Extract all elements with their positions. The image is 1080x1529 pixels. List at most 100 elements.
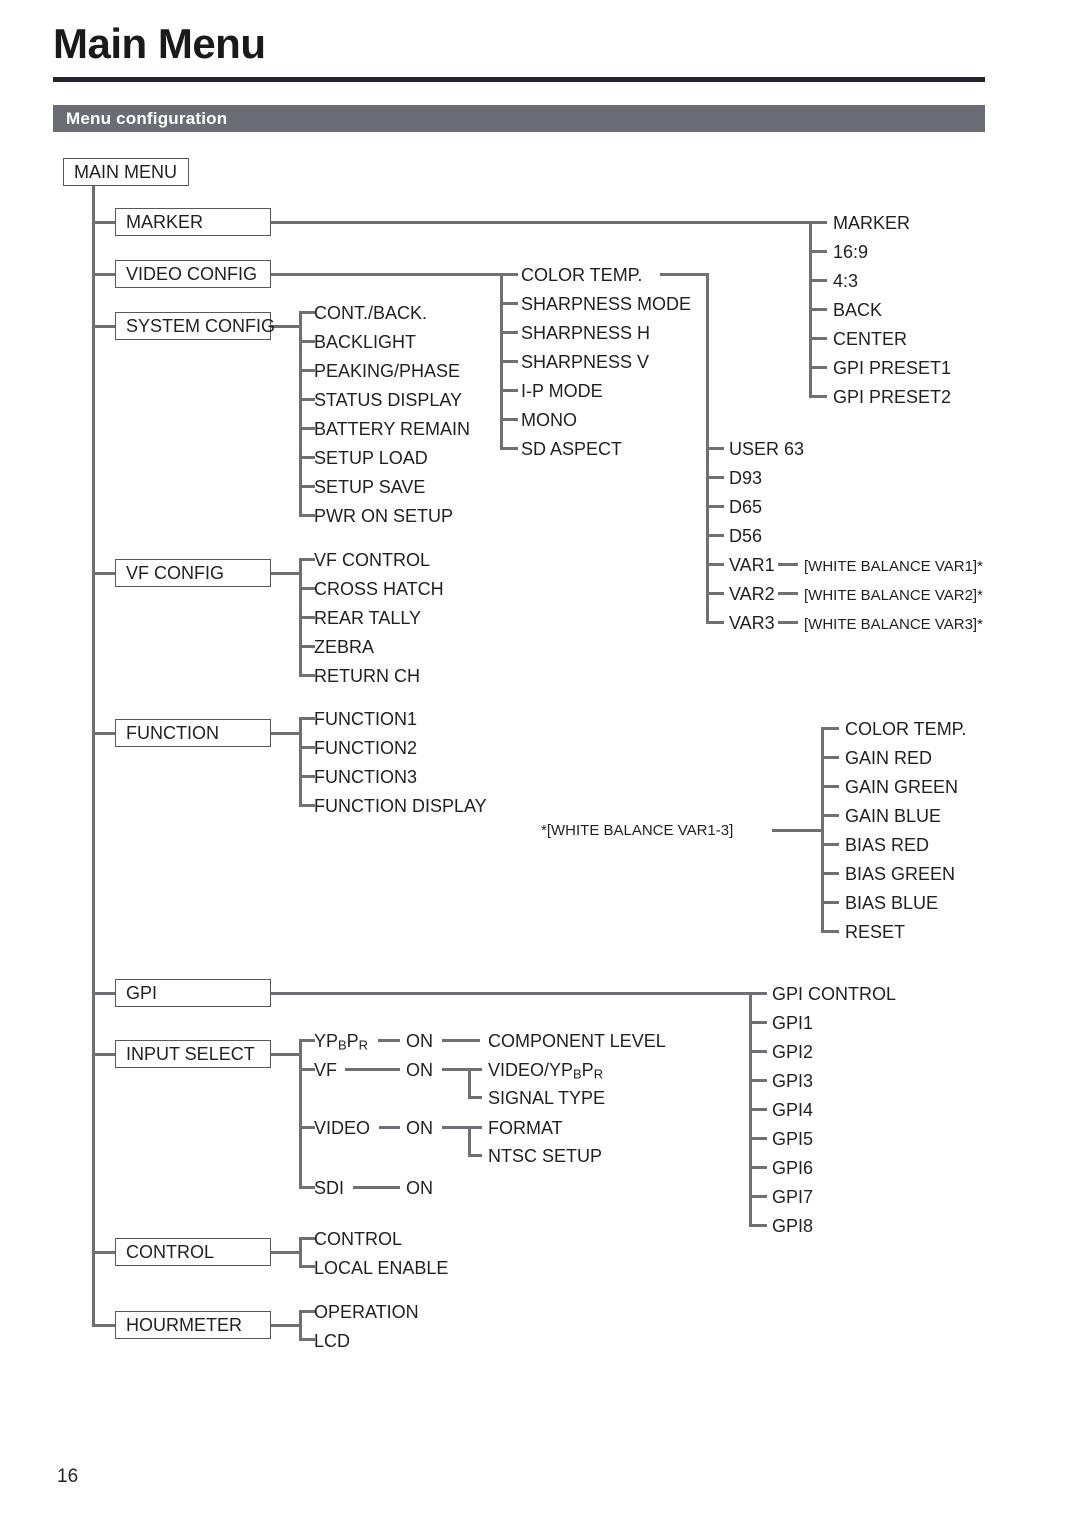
leaf-ct-var3[interactable]: VAR3 [729, 614, 775, 632]
leaf-gpi-4[interactable]: GPI4 [772, 1101, 813, 1119]
leaf-vc-color-temp[interactable]: COLOR TEMP. [521, 266, 642, 284]
leaf-vc-mono[interactable]: MONO [521, 411, 577, 429]
leaf-gpi-5[interactable]: GPI5 [772, 1130, 813, 1148]
leaf-sc-setup-load[interactable]: SETUP LOAD [314, 449, 428, 467]
leaf-gpi-2[interactable]: GPI2 [772, 1043, 813, 1061]
leaf-gpi-6[interactable]: GPI6 [772, 1159, 813, 1177]
leaf-is-ypbpr[interactable]: YPBPR [314, 1032, 368, 1054]
leaf-ct-var2[interactable]: VAR2 [729, 585, 775, 603]
marker-tick-1 [809, 250, 827, 253]
node-video-config[interactable]: VIDEO CONFIG [115, 260, 271, 288]
leaf-wb-var2-ref[interactable]: [WHITE BALANCE VAR2]* [804, 587, 983, 605]
leaf-ct-var1[interactable]: VAR1 [729, 556, 775, 574]
node-vf-config[interactable]: VF CONFIG [115, 559, 271, 587]
leaf-ct-d93[interactable]: D93 [729, 469, 762, 487]
marker-tick-0 [809, 221, 827, 224]
leaf-vc-sharpness-v[interactable]: SHARPNESS V [521, 353, 649, 371]
leaf-sc-status-display[interactable]: STATUS DISPLAY [314, 391, 462, 409]
leaf-is-video[interactable]: VIDEO [314, 1119, 370, 1137]
leaf-wb-var1-ref[interactable]: [WHITE BALANCE VAR1]* [804, 558, 983, 576]
leaf-wb-var3-ref[interactable]: [WHITE BALANCE VAR3]* [804, 616, 983, 634]
link-hourmeter [271, 1324, 301, 1327]
gpi-tick-8 [749, 1224, 767, 1227]
leaf-is-vf[interactable]: VF [314, 1061, 337, 1079]
ct-tick-5 [706, 592, 724, 595]
leaf-wb-reset[interactable]: RESET [845, 923, 905, 941]
node-input-select[interactable]: INPUT SELECT [115, 1040, 271, 1068]
leaf-vf-vf-control[interactable]: VF CONTROL [314, 551, 430, 569]
leaf-ctl-local-enable[interactable]: LOCAL ENABLE [314, 1259, 448, 1277]
leaf-vf-cross-hatch[interactable]: CROSS HATCH [314, 580, 444, 598]
leaf-marker-gpi-preset2[interactable]: GPI PRESET2 [833, 388, 951, 406]
node-hourmeter[interactable]: HOURMETER [115, 1311, 271, 1339]
leaf-vf-zebra[interactable]: ZEBRA [314, 638, 374, 656]
leaf-gpi-8[interactable]: GPI8 [772, 1217, 813, 1235]
leaf-wb-bias-blue[interactable]: BIAS BLUE [845, 894, 938, 912]
leaf-vf-rear-tally[interactable]: REAR TALLY [314, 609, 421, 627]
leaf-marker-marker[interactable]: MARKER [833, 214, 910, 232]
leaf-vc-sharpness-mode[interactable]: SHARPNESS MODE [521, 295, 691, 313]
leaf-is-signal-type[interactable]: SIGNAL TYPE [488, 1089, 605, 1107]
leaf-marker-center[interactable]: CENTER [833, 330, 907, 348]
link-var3-wb [778, 621, 798, 624]
vc-tick-4 [500, 389, 518, 392]
leaf-wb-color-temp[interactable]: COLOR TEMP. [845, 720, 966, 738]
leaf-marker-4-3[interactable]: 4:3 [833, 272, 858, 290]
leaf-white-balance-note: *[WHITE BALANCE VAR1-3] [541, 822, 734, 839]
node-control[interactable]: CONTROL [115, 1238, 271, 1266]
leaf-marker-gpi-preset1[interactable]: GPI PRESET1 [833, 359, 951, 377]
wb-tick-1 [821, 756, 839, 759]
leaf-hm-lcd[interactable]: LCD [314, 1332, 350, 1350]
leaf-is-vf-on[interactable]: ON [406, 1061, 433, 1079]
leaf-ctl-control[interactable]: CONTROL [314, 1230, 402, 1248]
leaf-wb-gain-blue[interactable]: GAIN BLUE [845, 807, 941, 825]
leaf-hm-operation[interactable]: OPERATION [314, 1303, 419, 1321]
leaf-wb-gain-green[interactable]: GAIN GREEN [845, 778, 958, 796]
leaf-is-video-ypbpr[interactable]: VIDEO/YPBPR [488, 1061, 603, 1083]
leaf-is-sdi-on[interactable]: ON [406, 1179, 433, 1197]
leaf-gpi-1[interactable]: GPI1 [772, 1014, 813, 1032]
vf-tick-0 [299, 558, 315, 561]
leaf-is-ntsc-setup[interactable]: NTSC SETUP [488, 1147, 602, 1165]
leaf-is-video-on[interactable]: ON [406, 1119, 433, 1137]
ctl-tick-1 [299, 1265, 315, 1268]
leaf-sc-setup-save[interactable]: SETUP SAVE [314, 478, 425, 496]
leaf-ct-d56[interactable]: D56 [729, 527, 762, 545]
leaf-sc-backlight[interactable]: BACKLIGHT [314, 333, 416, 351]
leaf-fn-function3[interactable]: FUNCTION3 [314, 768, 417, 786]
node-gpi[interactable]: GPI [115, 979, 271, 1007]
leaf-wb-bias-red[interactable]: BIAS RED [845, 836, 929, 854]
leaf-gpi-control[interactable]: GPI CONTROL [772, 985, 896, 1003]
leaf-marker-back[interactable]: BACK [833, 301, 882, 319]
wb-tick-4 [821, 843, 839, 846]
leaf-is-sdi[interactable]: SDI [314, 1179, 344, 1197]
leaf-gpi-3[interactable]: GPI3 [772, 1072, 813, 1090]
leaf-sc-pwr-on-setup[interactable]: PWR ON SETUP [314, 507, 453, 525]
leaf-gpi-7[interactable]: GPI7 [772, 1188, 813, 1206]
leaf-sc-battery-remain[interactable]: BATTERY REMAIN [314, 420, 470, 438]
leaf-is-ypbpr-on[interactable]: ON [406, 1032, 433, 1050]
leaf-is-component-level[interactable]: COMPONENT LEVEL [488, 1032, 666, 1050]
leaf-ct-d65[interactable]: D65 [729, 498, 762, 516]
marker-tick-4 [809, 337, 827, 340]
leaf-vc-sharpness-h[interactable]: SHARPNESS H [521, 324, 650, 342]
hourmeter-spine [299, 1310, 302, 1339]
leaf-fn-function-display[interactable]: FUNCTION DISPLAY [314, 797, 487, 815]
node-system-config[interactable]: SYSTEM CONFIG [115, 312, 275, 340]
node-marker[interactable]: MARKER [115, 208, 271, 236]
leaf-vc-sd-aspect[interactable]: SD ASPECT [521, 440, 622, 458]
leaf-wb-gain-red[interactable]: GAIN RED [845, 749, 932, 767]
leaf-vc-i-p-mode[interactable]: I-P MODE [521, 382, 603, 400]
leaf-is-format[interactable]: FORMAT [488, 1119, 563, 1137]
leaf-wb-bias-green[interactable]: BIAS GREEN [845, 865, 955, 883]
leaf-marker-16-9[interactable]: 16:9 [833, 243, 868, 261]
leaf-ct-user[interactable]: USER 63 [729, 440, 804, 458]
node-function[interactable]: FUNCTION [115, 719, 271, 747]
leaf-fn-function1[interactable]: FUNCTION1 [314, 710, 417, 728]
leaf-fn-function2[interactable]: FUNCTION2 [314, 739, 417, 757]
leaf-sc-cont-back[interactable]: CONT./BACK. [314, 304, 427, 322]
leaf-sc-peaking-phase[interactable]: PEAKING/PHASE [314, 362, 460, 380]
node-main-menu[interactable]: MAIN MENU [63, 158, 189, 186]
vf-sub-tick-1 [468, 1096, 482, 1099]
leaf-vf-return-ch[interactable]: RETURN CH [314, 667, 420, 685]
